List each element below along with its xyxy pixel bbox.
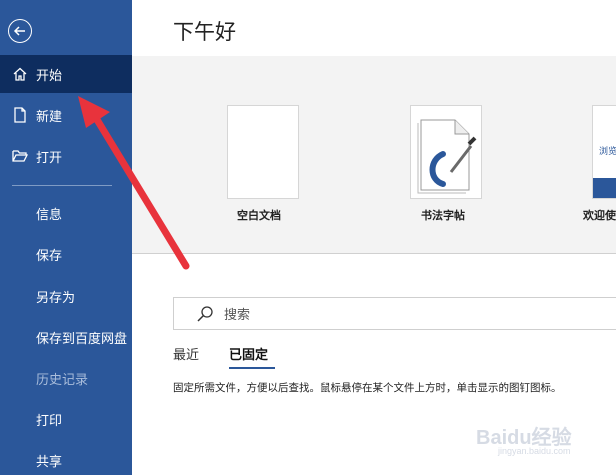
page-title: 下午好 <box>173 20 236 44</box>
template-label: 空白文档 <box>237 209 281 222</box>
backstage-sidebar: 开始 新建 打开 信息 保存 另存为 保存到百度网盘 历史记录 打印 共享 <box>0 0 132 475</box>
tab-recent[interactable]: 最近 <box>173 344 199 363</box>
template-label: 欢迎使 <box>583 209 616 222</box>
sidebar-item-new[interactable]: 新建 <box>0 96 132 134</box>
sidebar-item-info[interactable]: 信息 <box>36 204 62 223</box>
sidebar-item-home[interactable]: 开始 <box>0 55 132 93</box>
templates-gallery <box>132 56 616 254</box>
home-icon <box>12 66 28 82</box>
open-folder-icon <box>12 148 28 164</box>
sidebar-item-open[interactable]: 打开 <box>0 137 132 175</box>
template-calligraphy-thumbnail[interactable] <box>410 105 482 199</box>
template-blank-document-thumbnail[interactable] <box>227 105 299 199</box>
sidebar-item-print[interactable]: 打印 <box>36 410 62 429</box>
new-document-icon <box>12 107 28 123</box>
sidebar-item-label: 打开 <box>36 150 63 166</box>
sidebar-item-save-as[interactable]: 另存为 <box>36 287 75 306</box>
search-icon <box>196 305 214 323</box>
sidebar-divider <box>12 185 112 186</box>
baidu-jingyan-watermark: Baidu经验 jingyan.baidu.com <box>476 427 572 456</box>
sidebar-item-history: 历史记录 <box>36 373 89 388</box>
pinned-hint-text: 固定所需文件，方便以后查找。鼠标悬停在某个文件上方时，单击显示的图钉图标。 <box>173 382 562 394</box>
divider <box>132 253 616 254</box>
tab-pinned[interactable]: 已固定 <box>229 344 268 363</box>
template-label: 书法字帖 <box>421 209 465 222</box>
template-preview-band <box>593 178 616 198</box>
calligraphy-brush-icon <box>417 119 477 194</box>
sidebar-item-share[interactable]: 共享 <box>36 451 62 470</box>
sidebar-item-label: 新建 <box>36 109 63 125</box>
template-preview-text: 浏览 <box>599 147 616 157</box>
search-input[interactable]: 搜索 <box>173 297 616 330</box>
sidebar-item-save[interactable]: 保存 <box>36 245 62 264</box>
template-welcome-thumbnail[interactable]: 浏览 <box>592 105 616 199</box>
sidebar-item-save-to-baidu-netdisk[interactable]: 保存到百度网盘 <box>36 328 127 347</box>
active-tab-indicator <box>229 367 275 369</box>
sidebar-item-label: 开始 <box>36 68 63 84</box>
back-arrow-icon[interactable] <box>8 19 32 43</box>
search-placeholder: 搜索 <box>224 308 251 323</box>
